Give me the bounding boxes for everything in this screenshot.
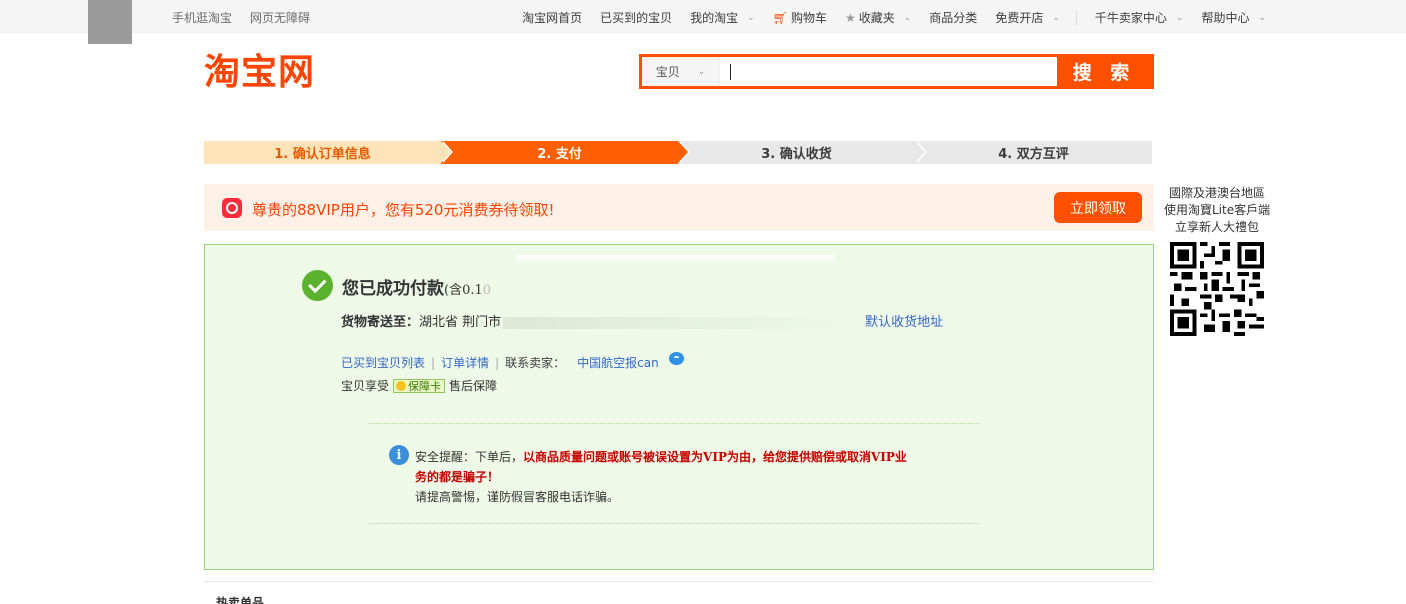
search-input[interactable] <box>720 57 1057 86</box>
shipping-address: 货物寄送至：湖北省 荆门市 默认收货地址 <box>341 315 944 330</box>
contact-seller-label: 联系卖家： <box>505 356 566 370</box>
avatar <box>88 0 132 44</box>
redacted-address <box>503 316 864 329</box>
seller-center-menu[interactable]: 千牛卖家中心 ⌄ <box>1095 9 1184 26</box>
accessibility-link[interactable]: 网页无障碍 <box>250 9 310 26</box>
chevron-down-icon: ⌄ <box>903 12 912 23</box>
vip-message: 尊贵的88VIP用户，您有520元消费券待领取! <box>252 201 555 219</box>
my-taobao-menu[interactable]: 我的淘宝 ⌄ <box>690 9 755 26</box>
order-detail-link[interactable]: 订单详情 <box>441 354 489 371</box>
search-bar: 宝贝 ⌄ 搜 索 <box>639 54 1154 89</box>
success-check-icon <box>302 270 333 301</box>
coupon-icon <box>222 198 242 218</box>
chevron-down-icon: ⌄ <box>747 12 755 23</box>
app-promo-panel: 國際及港澳台地區 使用淘寶Lite客戶端 立享新人大禮包 <box>1164 185 1270 346</box>
bulb-icon <box>396 380 407 391</box>
security-tip: 安全提醒：下单后，以商品质量问题或账号被误设置为VIP为由，给您提供赔偿或取消V… <box>415 450 907 504</box>
taobao-logo[interactable]: 淘宝网 <box>204 52 315 92</box>
home-link[interactable]: 淘宝网首页 <box>522 9 582 26</box>
success-title: 您已成功付款(含0.10 <box>342 279 492 299</box>
step-mutual-review: 4. 双方互评 <box>915 141 1152 164</box>
mobile-taobao-link[interactable]: 手机逛淘宝 <box>172 9 232 26</box>
after-sale-protection: 宝贝享受 保障卡 售后保障 <box>341 378 498 393</box>
step-confirm-receipt: 3. 确认收货 <box>678 141 927 164</box>
payment-success-panel: 您已成功付款(含0.10 货物寄送至：湖北省 荆门市 默认收货地址 已买到宝贝列表… <box>204 244 1154 570</box>
hot-items-header: 热卖单品 <box>216 596 265 604</box>
protection-card-badge[interactable]: 保障卡 <box>393 378 446 393</box>
info-icon: i <box>389 445 409 465</box>
cart-link[interactable]: 🛒︎ 购物车 <box>773 9 827 26</box>
chevron-down-icon: ⌄ <box>697 66 706 77</box>
help-menu[interactable]: 帮助中心 ⌄ <box>1201 9 1266 26</box>
favorites-menu[interactable]: ★ 收藏夹 ⌄ <box>845 9 911 26</box>
divider <box>204 581 1154 582</box>
search-button[interactable]: 搜 索 <box>1057 57 1151 86</box>
order-progress: 1. 确认订单信息 2. 支付 3. 确认收货 4. 双方互评 <box>204 141 1152 164</box>
default-address-link[interactable]: 默认收货地址 <box>865 315 943 330</box>
open-store-menu[interactable]: 免费开店 ⌄ <box>995 9 1060 26</box>
divider <box>369 423 979 424</box>
chevron-down-icon: ⌄ <box>1052 12 1060 23</box>
star-icon: ★ <box>844 10 856 25</box>
text-cursor <box>730 64 731 80</box>
divider <box>1075 10 1077 25</box>
order-links: 已买到宝贝列表 | 订单详情 | 联系卖家： 中国航空报can <box>341 352 684 371</box>
step-payment: 2. 支付 <box>441 141 690 164</box>
seller-link[interactable]: 中国航空报can <box>577 354 659 371</box>
cart-icon: 🛒︎ <box>772 10 788 25</box>
bought-link[interactable]: 已买到的宝贝 <box>600 9 672 26</box>
chevron-down-icon: ⌄ <box>1175 12 1184 23</box>
site-nav-left: 手机逛淘宝 网页无障碍 <box>172 9 310 26</box>
qr-code[interactable] <box>1170 242 1264 336</box>
bought-list-link[interactable]: 已买到宝贝列表 <box>341 354 425 371</box>
claim-button[interactable]: 立即领取 <box>1054 192 1142 223</box>
step-confirm-order: 1. 确认订单信息 <box>204 141 453 164</box>
divider <box>369 523 979 524</box>
chat-icon[interactable] <box>668 352 684 365</box>
vip-banner: 尊贵的88VIP用户，您有520元消费券待领取! 立即领取 <box>204 184 1154 231</box>
site-nav: 手机逛淘宝 网页无障碍 淘宝网首页 已买到的宝贝 我的淘宝 ⌄ 🛒︎ 购物车 ★ 收藏… <box>0 0 1406 44</box>
site-nav-right: 淘宝网首页 已买到的宝贝 我的淘宝 ⌄ 🛒︎ 购物车 ★ 收藏夹 ⌄ 商品分类 免费开店… <box>504 9 1266 26</box>
chevron-down-icon: ⌄ <box>1258 12 1266 23</box>
search-type-select[interactable]: 宝贝 ⌄ <box>642 57 720 86</box>
categories-link[interactable]: 商品分类 <box>929 9 977 26</box>
